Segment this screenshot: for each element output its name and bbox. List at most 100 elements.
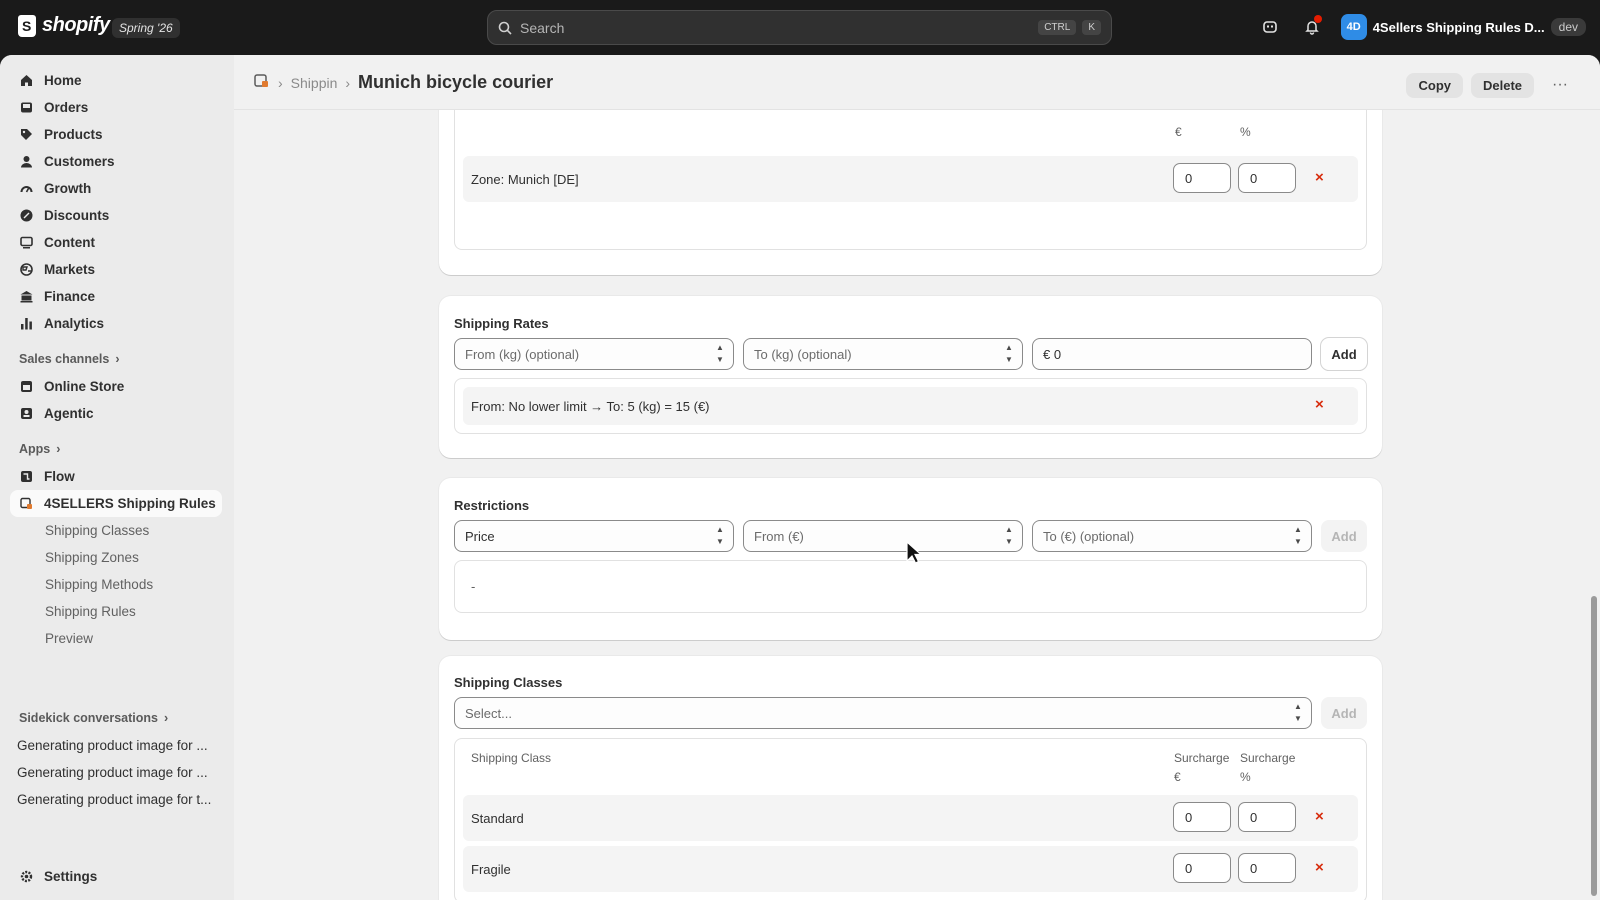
breadcrumb-separator: › [345, 74, 351, 91]
sales-channels-header[interactable]: Sales channels › [0, 345, 234, 373]
sidebar-item-online-store[interactable]: Online Store [0, 373, 234, 400]
sidebar-subitem-shipping-methods[interactable]: Shipping Methods [0, 571, 234, 598]
sidebar-item-4sellers[interactable]: 4SELLERS Shipping Rules [10, 490, 222, 517]
card-title: Restrictions [454, 498, 530, 513]
surcharge-pct-input[interactable]: 0 [1238, 163, 1296, 193]
sidekick-button[interactable] [1257, 14, 1283, 40]
sidebar-item-growth[interactable]: Growth [0, 175, 234, 202]
remove-icon[interactable]: × [1315, 808, 1324, 825]
to-eur-input[interactable]: To (€) (optional) ▲ ▼ [1032, 520, 1312, 552]
classes-table: Shipping Class Surcharge € Surcharge % S… [454, 738, 1367, 900]
scrollbar[interactable] [1588, 110, 1600, 900]
sidebar-subitem-shipping-rules[interactable]: Shipping Rules [0, 598, 234, 625]
conversation-item[interactable]: Generating product image for ... [0, 732, 220, 759]
delete-button[interactable]: Delete [1470, 72, 1535, 98]
sidebar-item-label: 4SELLERS Shipping Rules [44, 496, 216, 511]
rates-list: From: No lower limit → To: 5 (kg) = 15 (… [454, 378, 1367, 434]
sidebar-item-orders[interactable]: Orders [0, 94, 234, 121]
mouse-cursor-icon [906, 541, 922, 564]
section-label: Sales channels [19, 352, 110, 366]
to-kg-input[interactable]: To (kg) (optional) ▲ ▼ [743, 338, 1023, 370]
remove-icon[interactable]: × [1315, 169, 1324, 186]
sidebar-item-finance[interactable]: Finance [0, 283, 234, 310]
add-rate-button[interactable]: Add [1321, 338, 1367, 370]
sidebar-item-products[interactable]: Products [0, 121, 234, 148]
column-header-surcharge-pct: Surcharge [1240, 751, 1296, 765]
surcharge-eur-input[interactable]: 0 [1173, 853, 1231, 883]
sidebar-item-flow[interactable]: Flow [0, 463, 234, 490]
stepper-icon[interactable]: ▲ ▼ [1004, 526, 1014, 546]
surcharge-pct-input[interactable]: 0 [1238, 853, 1296, 883]
sidebar-item-settings[interactable]: Settings [0, 863, 234, 890]
add-class-button[interactable]: Add [1321, 697, 1367, 729]
sidekick-conversations-header[interactable]: Sidekick conversations › [0, 704, 234, 732]
add-restriction-button[interactable]: Add [1321, 520, 1367, 552]
zone-label: Zone: Munich [DE] [471, 171, 579, 187]
surcharge-eur-input[interactable]: 0 [1173, 163, 1231, 193]
sidebar-item-label: Online Store [44, 379, 125, 394]
sidebar: Home Orders Products Customers Growth Di… [0, 55, 234, 900]
edition-badge[interactable]: Spring '26 [112, 18, 180, 38]
sidebar-item-content[interactable]: Content [0, 229, 234, 256]
restrictions-list: - [454, 560, 1367, 613]
sidebar-subitem-shipping-zones[interactable]: Shipping Zones [0, 544, 234, 571]
sidebar-subitem-shipping-classes[interactable]: Shipping Classes [0, 517, 234, 544]
breadcrumb-parent[interactable]: Shippin [291, 75, 338, 91]
sidebar-item-markets[interactable]: Markets [0, 256, 234, 283]
gear-icon [19, 869, 34, 884]
sidebar-item-label: Settings [44, 869, 98, 884]
search-input[interactable]: Search CTRL K [487, 10, 1112, 45]
remove-icon[interactable]: × [1315, 396, 1324, 413]
agent-icon [19, 406, 34, 421]
scrollbar-thumb[interactable] [1591, 596, 1597, 896]
app-icon[interactable] [254, 73, 270, 92]
store-icon [19, 379, 34, 394]
store-avatar: 4D [1340, 14, 1367, 40]
sidebar-item-label: Content [44, 235, 95, 250]
input-placeholder: To (€) (optional) [1043, 528, 1135, 544]
shipping-class-select[interactable]: Select... ▲ ▼ [454, 697, 1312, 729]
restriction-type-select[interactable]: Price ▲ ▼ [454, 520, 734, 552]
input-value: € 0 [1043, 346, 1062, 362]
kbd-ctrl: CTRL [1038, 20, 1077, 35]
copy-button[interactable]: Copy [1406, 72, 1463, 98]
stepper-icon[interactable]: ▲ ▼ [1004, 344, 1014, 364]
sidebar-item-analytics[interactable]: Analytics [0, 310, 234, 337]
surcharge-eur-unit: € [1175, 125, 1182, 139]
sidebar-item-discounts[interactable]: Discounts [0, 202, 234, 229]
remove-icon[interactable]: × [1315, 859, 1324, 876]
list-item: From: No lower limit → To: 5 (kg) = 15 (… [463, 387, 1358, 425]
sidebar-item-customers[interactable]: Customers [0, 148, 234, 175]
sidebar-item-home[interactable]: Home [0, 67, 234, 94]
column-header-surcharge-eur: Surcharge [1174, 751, 1230, 765]
section-label: Apps [19, 442, 51, 456]
price-input[interactable]: € 0 [1032, 338, 1312, 370]
from-eur-input[interactable]: From (€) ▲ ▼ [743, 520, 1023, 552]
sidebar-subitem-preview[interactable]: Preview [0, 625, 234, 652]
shipping-rates-card: Shipping Rates From (kg) (optional) ▲ ▼ T… [439, 296, 1382, 458]
input-placeholder: From (kg) (optional) [465, 346, 580, 362]
stepper-icon[interactable]: ▲ ▼ [715, 344, 725, 364]
more-actions-button[interactable]: ··· [1542, 71, 1578, 99]
stepper-icon[interactable]: ▲ ▼ [1293, 526, 1303, 546]
sidebar-item-agentic[interactable]: Agentic [0, 400, 234, 427]
chevron-right-icon: › [115, 352, 120, 366]
shopify-logo[interactable]: shopify [18, 14, 110, 37]
card-title: Shipping Classes [454, 675, 563, 690]
top-bar: shopify Spring '26 Search CTRL K 4D 4Sel… [0, 0, 1600, 55]
column-unit-pct: % [1240, 770, 1251, 784]
rate-label: From: No lower limit → To: 5 (kg) = 15 (… [471, 398, 710, 414]
zones-table: € % Zone: Munich [DE] 0 0 × [454, 98, 1367, 250]
store-switcher[interactable]: 4D 4Sellers Shipping Rules D... dev [1340, 14, 1586, 40]
surcharge-eur-input[interactable]: 0 [1173, 802, 1231, 832]
notifications-button[interactable] [1299, 14, 1325, 40]
conversation-item[interactable]: Generating product image for ... [0, 759, 220, 786]
conversation-item[interactable]: Generating product image for t... [0, 786, 220, 813]
main-content: › Shippin › Munich bicycle courier Copy … [234, 55, 1600, 900]
person-icon [19, 154, 34, 169]
apps-header[interactable]: Apps › [0, 435, 234, 463]
surcharge-pct-input[interactable]: 0 [1238, 802, 1296, 832]
select-chevron-icon: ▲ ▼ [1294, 702, 1302, 723]
page-header: › Shippin › Munich bicycle courier Copy … [234, 55, 1600, 110]
from-kg-input[interactable]: From (kg) (optional) ▲ ▼ [454, 338, 734, 370]
